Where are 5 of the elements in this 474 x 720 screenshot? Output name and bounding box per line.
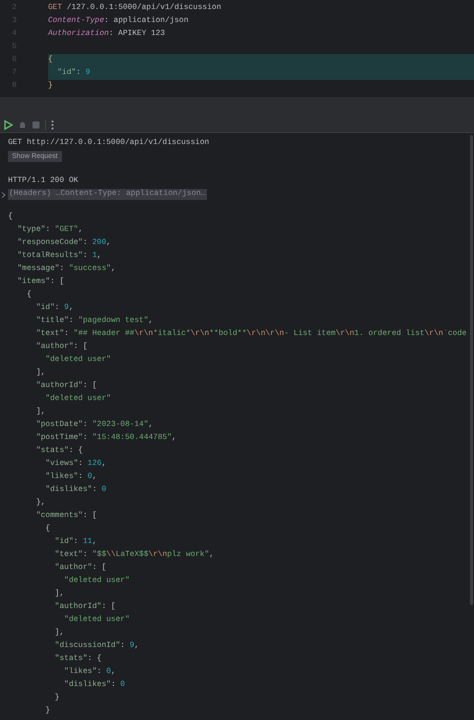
chevron-right-icon[interactable]: [1, 192, 6, 198]
stop-icon[interactable]: [32, 120, 40, 128]
more-icon[interactable]: [51, 120, 54, 130]
run-icon[interactable]: [4, 120, 13, 130]
vertical-scrollbar[interactable]: [470, 135, 473, 605]
